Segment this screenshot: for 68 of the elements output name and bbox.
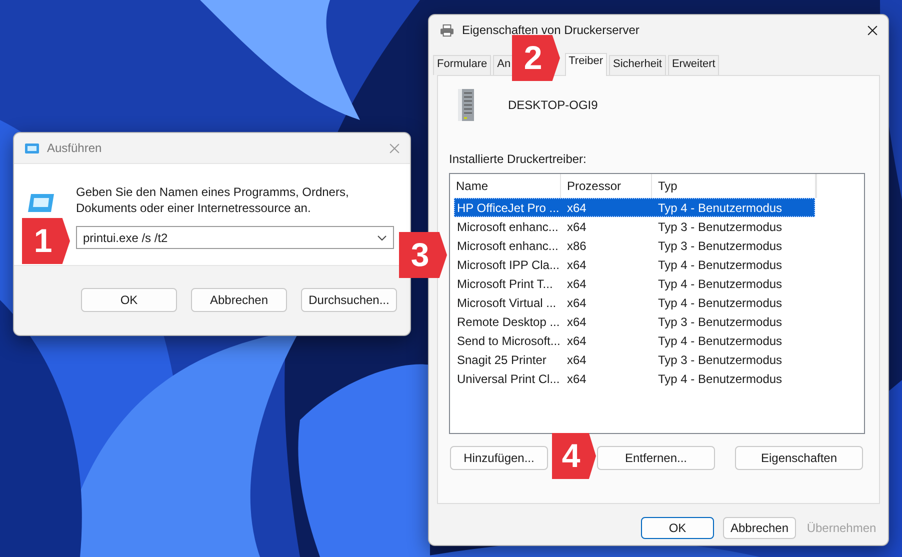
dialog-button[interactable]: Entfernen... bbox=[597, 446, 715, 470]
tab[interactable]: Sicherheit bbox=[609, 55, 666, 75]
printer-icon bbox=[439, 24, 455, 36]
table-cell-text: HP OfficeJet Pro ... bbox=[456, 200, 560, 214]
table-cell-text: Typ 4 - Benutzermodus bbox=[657, 276, 784, 290]
table-cell-text: x64 bbox=[566, 258, 588, 272]
close-icon[interactable] bbox=[867, 24, 878, 36]
table-row[interactable]: Microsoft enhanc... x86 Typ 3 - Benutzermodus bbox=[454, 236, 815, 255]
table-row[interactable]: Microsoft Virtual ... x64 Typ 4 - Benutzermodus bbox=[454, 293, 815, 312]
table-cell-text: Typ 3 - Benutzermodus bbox=[657, 352, 784, 366]
table-cell-text: Microsoft IPP Cla... bbox=[456, 258, 560, 272]
table-cell-text: Typ 4 - Benutzermodus bbox=[657, 200, 784, 214]
table-cell-text: Typ 3 - Benutzermodus bbox=[657, 220, 784, 234]
step-marker: 2 bbox=[512, 35, 560, 81]
step-marker: 4 bbox=[552, 433, 596, 479]
table-cell-text: Microsoft enhanc... bbox=[456, 238, 560, 252]
table-row[interactable]: HP OfficeJet Pro ... x64 Typ 4 - Benutzermodus bbox=[454, 198, 815, 217]
list-label: Installierte Druckertreiber: bbox=[449, 152, 588, 166]
table-cell-text: Typ 4 - Benutzermodus bbox=[657, 258, 784, 272]
dialog-button[interactable]: Eigenschaften bbox=[735, 446, 863, 470]
table-cell-text: Snagit 25 Printer bbox=[456, 352, 548, 366]
dialog-button[interactable]: Abbrechen bbox=[191, 288, 287, 312]
table-cell-text: x64 bbox=[566, 296, 588, 310]
table-row[interactable]: Send to Microsoft... x64 Typ 4 - Benutzermodus bbox=[454, 331, 815, 350]
step-marker: 3 bbox=[399, 232, 447, 278]
table-cell-text: Remote Desktop ... bbox=[456, 314, 561, 328]
table-cell-text: Typ 4 - Benutzermodus bbox=[657, 372, 784, 386]
prompt-text: Geben Sie den Namen eines Programms, Ordners, Dokuments oder einer Internetressource an. bbox=[76, 184, 350, 216]
table-cell-text: x64 bbox=[566, 334, 588, 348]
table-cell-text: Universal Print Cl... bbox=[456, 372, 561, 386]
command-field[interactable]: printui.exe /s /t2 bbox=[76, 226, 394, 249]
table-cell-text: x86 bbox=[566, 238, 588, 252]
table-cell-text: x64 bbox=[566, 352, 588, 366]
table-cell-text: x64 bbox=[566, 372, 588, 386]
table-row[interactable]: Microsoft enhanc... x64 Typ 3 - Benutzermodus bbox=[454, 217, 815, 236]
table-cell-text: Typ 3 - Benutzermodus bbox=[657, 238, 784, 252]
dialog-button[interactable]: Abbrechen bbox=[723, 517, 796, 539]
table-cell-text: Typ 4 - Benutzermodus bbox=[657, 334, 784, 348]
table-row[interactable]: Remote Desktop ... x64 Typ 3 - Benutzermodus bbox=[454, 312, 815, 331]
table-cell-text: Microsoft enhanc... bbox=[456, 220, 560, 234]
dialog-button[interactable]: OK bbox=[641, 517, 714, 539]
tab[interactable]: Formulare bbox=[433, 55, 492, 75]
tab[interactable]: Treiber bbox=[564, 53, 608, 76]
table-row[interactable]: Snagit 25 Printer x64 Typ 3 - Benutzermodus bbox=[454, 350, 815, 369]
server-icon bbox=[456, 88, 476, 122]
server-name: DESKTOP-OGI9 bbox=[508, 98, 598, 112]
table-cell-text: x64 bbox=[566, 220, 588, 234]
table-cell-text: x64 bbox=[566, 314, 588, 328]
table-row[interactable]: Microsoft Print T... x64 Typ 4 - Benutzermodus bbox=[454, 274, 815, 293]
window-title: Eigenschaften von Druckerserver bbox=[462, 23, 640, 37]
table-cell-text: x64 bbox=[566, 276, 588, 290]
tab[interactable]: Erweitert bbox=[668, 55, 720, 75]
run-icon bbox=[26, 192, 56, 214]
table-cell-text: Microsoft Virtual ... bbox=[456, 296, 558, 310]
chevron-down-icon[interactable] bbox=[377, 234, 387, 240]
table-cell-text: Typ 4 - Benutzermodus bbox=[657, 296, 784, 310]
window-icon bbox=[24, 142, 40, 154]
dialog-button[interactable]: Durchsuchen... bbox=[301, 288, 397, 312]
table-row[interactable]: Microsoft IPP Cla... x64 Typ 4 - Benutzermodus bbox=[454, 255, 815, 274]
table-cell-text: Typ 3 - Benutzermodus bbox=[657, 314, 784, 328]
table-row[interactable]: Universal Print Cl... x64 Typ 4 - Benutzermodus bbox=[454, 369, 815, 388]
step-marker: 1 bbox=[22, 218, 70, 264]
table-cell-text: Send to Microsoft... bbox=[456, 334, 562, 348]
dialog-button[interactable]: OK bbox=[81, 288, 177, 312]
window-title: Ausführen bbox=[47, 141, 103, 155]
table-cell-text: Microsoft Print T... bbox=[456, 276, 554, 290]
dialog-button[interactable]: Hinzufügen... bbox=[450, 446, 548, 470]
table-cell-text: x64 bbox=[566, 200, 588, 214]
